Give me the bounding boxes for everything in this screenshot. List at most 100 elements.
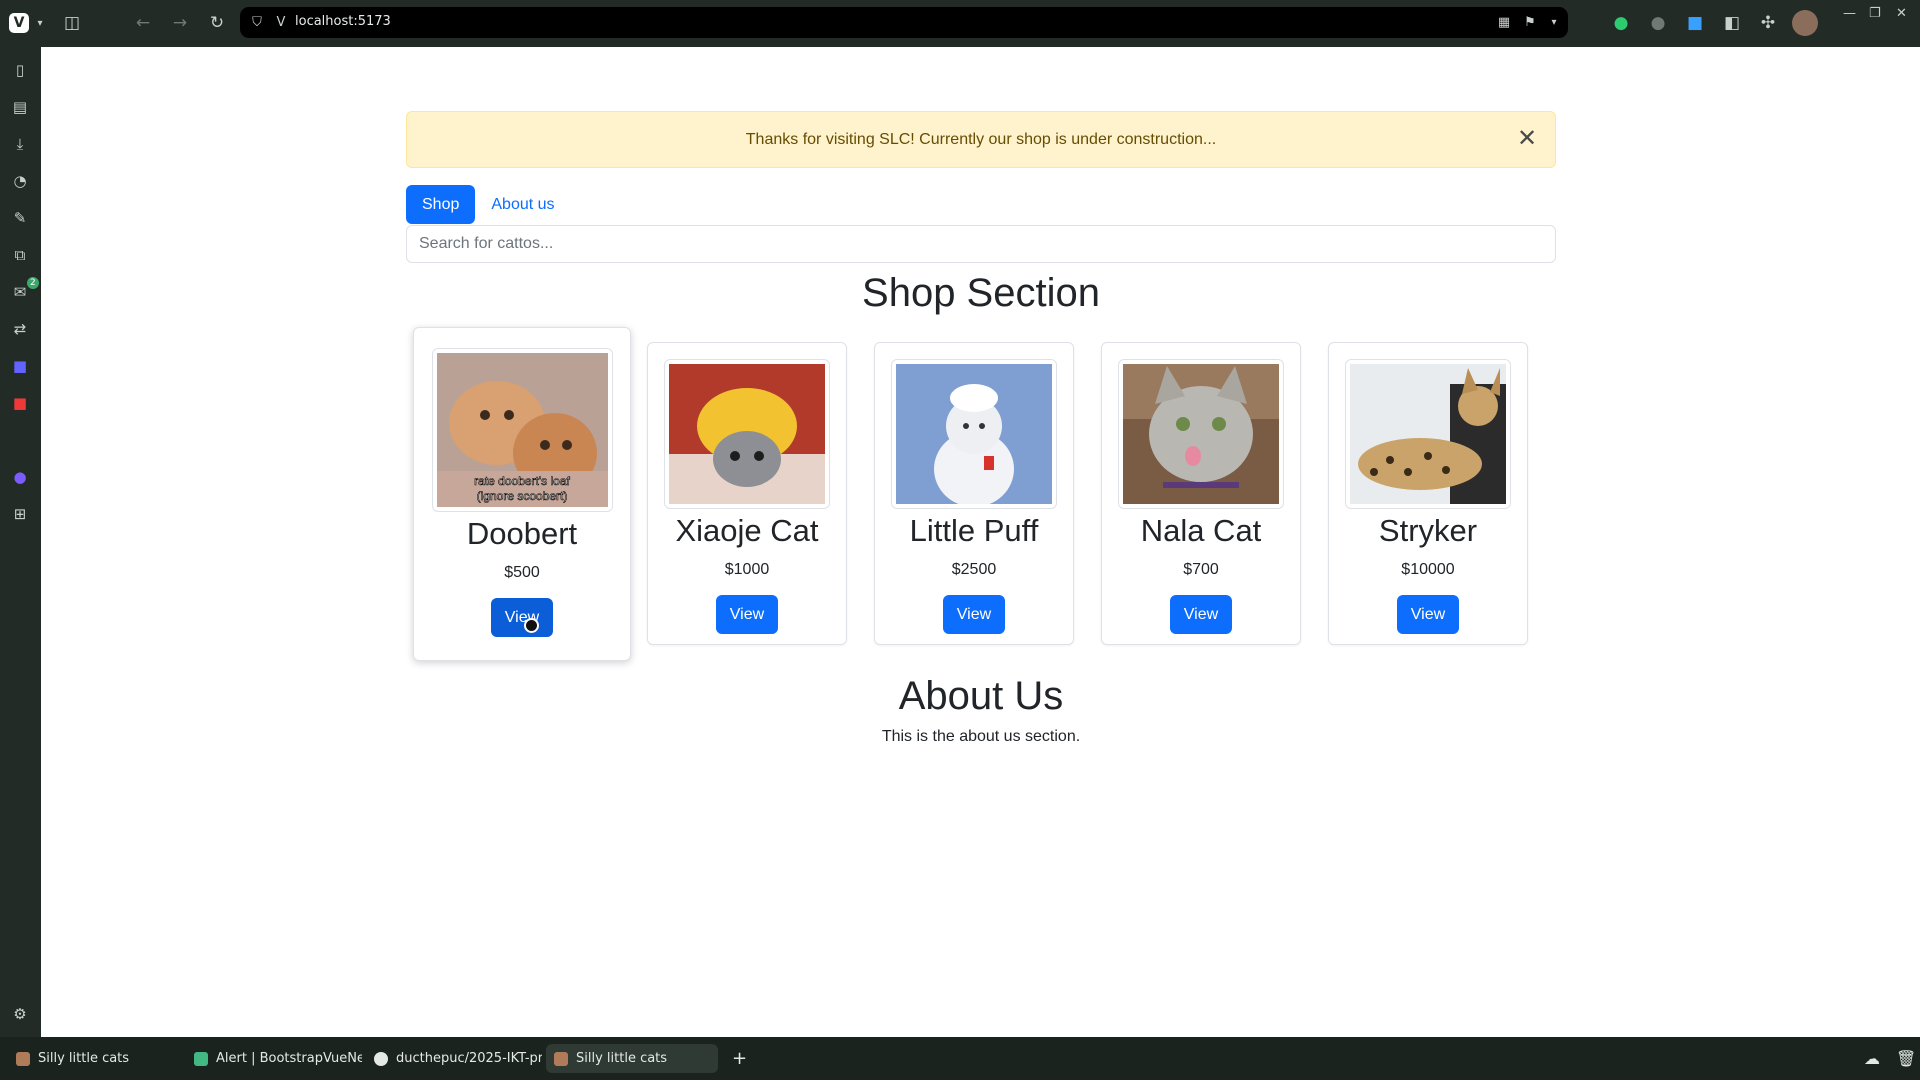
product-image-little-puff <box>891 359 1057 509</box>
url-text[interactable]: localhost:5173 <box>295 14 391 29</box>
tab-title: ducthepuc/2025-IKT-pro... <box>396 1051 542 1066</box>
product-price: $700 <box>1183 561 1219 578</box>
product-card-xiaoje-cat: Xiaoje Cat $1000 View <box>647 342 847 645</box>
browser-tab[interactable]: ducthepuc/2025-IKT-pro... <box>366 1044 542 1073</box>
extension-gray-icon[interactable]: ● <box>1646 11 1670 35</box>
product-name: Doobert <box>466 516 578 551</box>
cat-favicon-icon <box>554 1051 568 1066</box>
qr-code-icon[interactable]: ▦ <box>1493 11 1515 33</box>
product-name: Nala Cat <box>1140 513 1262 548</box>
view-button[interactable]: View <box>942 595 1006 634</box>
chevron-down-icon[interactable]: ▾ <box>1543 11 1565 33</box>
extension-shield-icon[interactable]: ◧ <box>1720 11 1744 35</box>
cat-photo <box>1350 364 1506 504</box>
tab-title: Alert | BootstrapVueNext <box>216 1051 362 1066</box>
web-page: Thanks for visiting SLC! Currently our s… <box>41 47 1920 1037</box>
view-button[interactable]: View <box>1169 595 1233 634</box>
product-image-doobert: rate doobert's loaf (ignore scoobert) <box>431 348 613 512</box>
browser-toolbar: V ▾ ◫ ← → ↻ ⛉ V localhost:5173 ▦ ⚑ ▾ ● ●… <box>0 0 1920 47</box>
product-price: $500 <box>504 564 540 581</box>
panel-toggle-icon[interactable]: ◫ <box>60 11 84 35</box>
trash-icon[interactable]: 🗑 <box>1888 1044 1920 1073</box>
browser-tab[interactable]: Silly little cats <box>8 1044 180 1073</box>
product-price: $1000 <box>724 561 770 578</box>
forward-icon[interactable]: → <box>168 11 192 35</box>
extension-blue-icon[interactable]: ■ <box>1683 11 1707 35</box>
site-favicon-icon: V <box>276 14 286 30</box>
address-bar[interactable]: ⛉ V localhost:5173 ▦ ⚑ ▾ <box>240 7 1568 38</box>
about-us-text: This is the about us section. <box>881 728 1081 745</box>
vivaldi-social-icon[interactable]: ■ <box>9 392 31 414</box>
about-us-heading: About Us <box>898 674 1064 718</box>
mastodon-icon[interactable]: ■ <box>9 355 31 377</box>
image-caption-line1: rate doobert's loaf <box>474 474 570 488</box>
vue-favicon-icon <box>194 1051 208 1066</box>
browser-tab[interactable]: Alert | BootstrapVueNext <box>186 1044 362 1073</box>
product-grid: rate doobert's loaf (ignore scoobert) Do… <box>406 315 1556 661</box>
mouse-cursor <box>524 618 539 633</box>
tab-shop[interactable]: Shop <box>406 185 476 224</box>
product-card-nala-cat: Nala Cat $700 View <box>1101 342 1301 645</box>
browser-tab-active[interactable]: Silly little cats <box>546 1044 718 1073</box>
alert-text: Thanks for visiting SLC! Currently our s… <box>745 130 1217 148</box>
extensions-puzzle-icon[interactable]: ✣ <box>1756 11 1780 35</box>
view-button[interactable]: View <box>1396 595 1460 634</box>
github-favicon-icon <box>374 1051 388 1066</box>
settings-gear-icon[interactable]: ⚙ <box>9 1003 31 1025</box>
bookmarks-panel-icon[interactable]: ▯ <box>9 59 31 81</box>
construction-alert: Thanks for visiting SLC! Currently our s… <box>406 111 1556 168</box>
vivaldi-menu-icon[interactable]: V <box>9 13 29 33</box>
notification-badge: 2 <box>27 277 39 289</box>
profile-avatar[interactable] <box>1792 10 1818 36</box>
minimize-icon[interactable]: — <box>1843 6 1856 21</box>
browser-tab-bar: Silly little cats Alert | BootstrapVueNe… <box>0 1037 1920 1080</box>
translate-icon[interactable]: ⧉ <box>9 244 31 266</box>
reload-icon[interactable]: ↻ <box>205 11 229 35</box>
product-image-nala-cat <box>1118 359 1284 509</box>
add-web-panel-icon[interactable]: ⊞ <box>9 503 31 525</box>
close-window-icon[interactable]: ✕ <box>1896 6 1907 21</box>
product-name: Xiaoje Cat <box>675 513 819 548</box>
history-icon[interactable]: ◔ <box>9 170 31 192</box>
cat-photo: rate doobert's loaf (ignore scoobert) <box>436 353 608 507</box>
restore-icon[interactable]: ❐ <box>1869 6 1881 21</box>
product-image-stryker <box>1345 359 1511 509</box>
extension-green-icon[interactable]: ● <box>1609 11 1633 35</box>
close-icon[interactable]: ✕ <box>1515 127 1539 152</box>
tab-about-us[interactable]: About us <box>475 185 570 224</box>
chevron-down-icon[interactable]: ▾ <box>28 11 52 35</box>
view-button[interactable]: View <box>715 595 779 634</box>
product-name: Stryker <box>1378 513 1478 548</box>
cat-photo <box>1123 364 1279 504</box>
cat-photo <box>896 364 1052 504</box>
notes-icon[interactable]: ✎ <box>9 207 31 229</box>
browser-side-panel: ▯ ▤ ⤓ ◔ ✎ ⧉ ✉ 2 ⇄ ■ ■ ● ⊞ ⚙ <box>0 47 41 1037</box>
view-button[interactable]: View <box>490 598 554 637</box>
cat-favicon-icon <box>16 1051 30 1066</box>
cat-photo <box>669 364 825 504</box>
product-price: $2500 <box>951 561 997 578</box>
nav-tabs: Shop About us <box>406 185 1556 224</box>
cloud-sync-icon[interactable]: ☁ <box>1856 1044 1888 1073</box>
sync-icon[interactable]: ⇄ <box>9 318 31 340</box>
new-tab-button[interactable]: + <box>724 1044 755 1073</box>
page-container: Thanks for visiting SLC! Currently our s… <box>406 111 1556 746</box>
product-card-doobert: rate doobert's loaf (ignore scoobert) Do… <box>413 327 631 661</box>
product-price: $10000 <box>1401 561 1455 578</box>
bookmark-icon[interactable]: ⚑ <box>1519 11 1541 33</box>
search-input[interactable] <box>406 225 1556 263</box>
product-name: Little Puff <box>909 513 1039 548</box>
product-card-stryker: Stryker $10000 View <box>1328 342 1528 645</box>
product-card-little-puff: Little Puff $2500 View <box>874 342 1074 645</box>
shop-section-heading: Shop Section <box>862 271 1100 315</box>
product-image-xiaoje-cat <box>664 359 830 509</box>
shield-icon[interactable]: ⛉ <box>246 11 268 33</box>
tab-title: Silly little cats <box>38 1051 130 1066</box>
mail-icon[interactable]: ✉ 2 <box>9 277 39 303</box>
web-panel-icon[interactable]: ● <box>9 466 31 488</box>
reading-list-icon[interactable]: ▤ <box>9 96 31 118</box>
tab-title: Silly little cats <box>576 1051 668 1066</box>
image-caption-line2: (ignore scoobert) <box>476 489 567 503</box>
back-icon[interactable]: ← <box>131 11 155 35</box>
downloads-icon[interactable]: ⤓ <box>9 133 31 155</box>
